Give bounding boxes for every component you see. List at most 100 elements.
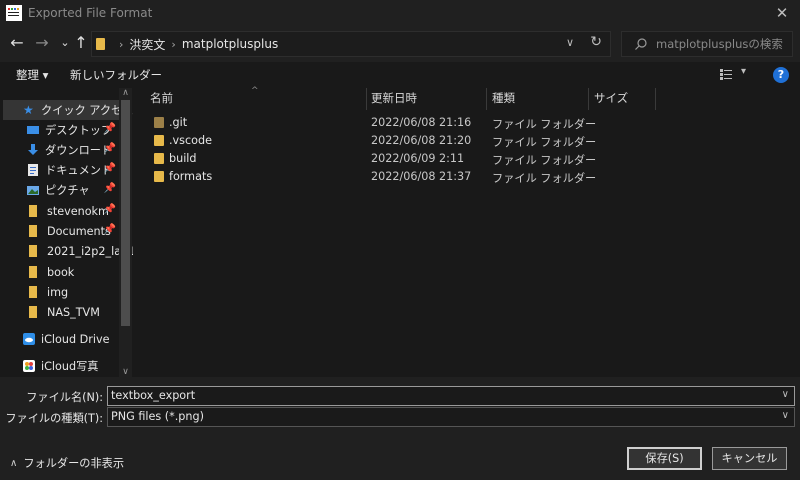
navigation-bar: ← → ⌄ ↑ › 洪奕文 › matplotplusplus ∨ ↻ matp… xyxy=(0,26,800,62)
scroll-down-icon[interactable]: ∨ xyxy=(119,367,132,377)
chevron-right-icon: › xyxy=(171,37,176,51)
save-button[interactable]: 保存(S) xyxy=(627,447,702,470)
folder-icon xyxy=(154,153,164,164)
window-title: Exported File Format xyxy=(28,6,153,20)
sidebar-item-label: iCloud写真 xyxy=(41,360,99,373)
breadcrumb-matplotplusplus[interactable]: matplotplusplus xyxy=(182,37,278,51)
title-bar: Exported File Format ✕ xyxy=(0,0,800,26)
view-options-icon[interactable] xyxy=(720,69,732,80)
folder-icon xyxy=(96,38,105,50)
folder-icon xyxy=(154,117,164,128)
file-name: build xyxy=(169,152,197,165)
chevron-right-icon: › xyxy=(119,37,124,51)
file-modified: 2022/06/08 21:20 xyxy=(371,134,472,147)
file-modified: 2022/06/08 21:37 xyxy=(371,170,472,183)
sidebar-item-label: img xyxy=(47,285,69,299)
app-icon xyxy=(6,5,22,21)
column-header-modified[interactable]: 更新日時 xyxy=(371,88,417,110)
icloud-icon xyxy=(23,333,35,345)
file-type: ファイル フォルダー xyxy=(492,118,597,131)
file-modified: 2022/06/08 21:16 xyxy=(371,116,472,129)
up-button[interactable]: ↑ xyxy=(70,32,92,54)
column-header-name[interactable]: 名前 xyxy=(150,88,173,110)
chevron-down-icon[interactable]: ∨ xyxy=(566,36,574,49)
file-row-build[interactable]: build 2022/06/09 2:11 ファイル フォルダー xyxy=(151,150,671,168)
pin-icon[interactable]: 📌 xyxy=(104,143,116,154)
file-type: ファイル フォルダー xyxy=(492,136,597,149)
pin-icon[interactable]: 📌 xyxy=(104,204,116,215)
back-button[interactable]: ← xyxy=(6,32,28,54)
new-folder-button[interactable]: 新しいフォルダー xyxy=(70,67,162,83)
folder-icon xyxy=(29,266,37,278)
pin-icon[interactable]: 📌 xyxy=(104,163,116,174)
sidebar-item-quick-access[interactable]: ★ クイック アクセス xyxy=(3,100,134,120)
file-row-formats[interactable]: formats 2022/06/08 21:37 ファイル フォルダー xyxy=(151,168,671,186)
organize-button[interactable]: 整理 ▾ xyxy=(16,67,48,83)
help-icon[interactable]: ? xyxy=(773,67,789,83)
column-divider[interactable] xyxy=(588,88,589,110)
sidebar-scrollbar[interactable]: ∧ ∨ xyxy=(119,88,132,377)
desktop-icon xyxy=(27,126,39,134)
address-bar[interactable]: › 洪奕文 › matplotplusplus ∨ ↻ xyxy=(91,31,611,57)
filetype-label: ファイルの種類(T): xyxy=(5,412,103,425)
refresh-icon[interactable]: ↻ xyxy=(590,34,602,50)
file-row-vscode[interactable]: .vscode 2022/06/08 21:20 ファイル フォルダー xyxy=(151,132,671,150)
pin-icon[interactable]: 📌 xyxy=(104,123,116,134)
scrollbar-thumb[interactable] xyxy=(121,100,130,326)
forward-button[interactable]: → xyxy=(31,32,53,54)
file-type: ファイル フォルダー xyxy=(492,172,597,185)
breadcrumb-user[interactable]: 洪奕文 xyxy=(129,36,165,53)
cancel-button[interactable]: キャンセル xyxy=(712,447,787,470)
column-header-size[interactable]: サイズ xyxy=(594,88,628,110)
filename-field[interactable]: textbox_export ∨ xyxy=(107,386,795,406)
scroll-up-icon[interactable]: ∧ xyxy=(119,88,132,98)
chevron-down-icon[interactable]: ∨ xyxy=(782,410,789,421)
folder-icon xyxy=(29,225,37,237)
hide-folders-toggle[interactable]: ∧ フォルダーの非表示 xyxy=(10,455,124,471)
search-input[interactable]: matplotplusplusの検索 xyxy=(656,36,783,52)
file-name: formats xyxy=(169,170,213,183)
sidebar-item-downloads[interactable]: ダウンロード 📌 xyxy=(3,140,119,160)
filename-value[interactable]: textbox_export xyxy=(111,389,195,402)
search-box[interactable]: matplotplusplusの検索 xyxy=(621,31,793,57)
file-row-git[interactable]: .git 2022/06/08 21:16 ファイル フォルダー xyxy=(151,114,671,132)
toolbar: 整理 ▾ 新しいフォルダー ▾ ? xyxy=(0,62,800,88)
filetype-select[interactable]: PNG files (*.png) ∨ xyxy=(107,407,795,427)
column-divider[interactable] xyxy=(366,88,367,110)
hide-folders-label: フォルダーの非表示 xyxy=(23,457,125,470)
sidebar-item-documents-folder[interactable]: Documents 📌 xyxy=(3,221,119,241)
folder-icon xyxy=(154,135,164,146)
sidebar-item-icloud-drive[interactable]: iCloud Drive xyxy=(3,329,119,349)
filename-label: ファイル名(N): xyxy=(26,391,103,404)
pin-icon[interactable]: 📌 xyxy=(104,224,116,235)
pin-icon[interactable]: 📌 xyxy=(104,183,116,194)
sidebar-item-label: stevenokm xyxy=(47,204,109,218)
folder-icon xyxy=(29,245,37,257)
sidebar-item-label: ピクチャ xyxy=(45,184,90,197)
search-icon xyxy=(635,38,647,50)
chevron-down-icon[interactable]: ∨ xyxy=(782,389,789,400)
file-name: .git xyxy=(169,116,188,129)
sidebar-item-icloud-photos[interactable]: iCloud写真 xyxy=(3,356,119,376)
sidebar-item-label: ドキュメント xyxy=(45,164,113,177)
star-icon: ★ xyxy=(23,103,34,117)
sidebar-item-2021-i2p2-lab12[interactable]: 2021_i2p2_lab12 xyxy=(3,241,142,261)
column-divider[interactable] xyxy=(486,88,487,110)
column-header-type[interactable]: 種類 xyxy=(492,88,515,110)
sidebar-item-img[interactable]: img xyxy=(3,282,119,302)
sidebar-item-nas-tvm[interactable]: NAS_TVM xyxy=(3,302,119,322)
sidebar-item-book[interactable]: book xyxy=(3,262,119,282)
sidebar-item-stevenokm[interactable]: stevenokm 📌 xyxy=(3,201,119,221)
sidebar-item-desktop[interactable]: デスクトップ 📌 xyxy=(3,120,119,140)
save-form: ファイル名(N): textbox_export ∨ ファイルの種類(T): P… xyxy=(0,377,800,480)
picture-icon xyxy=(27,186,39,195)
sidebar-item-label: Documents xyxy=(47,224,111,238)
sidebar-item-documents[interactable]: ドキュメント 📌 xyxy=(3,160,119,180)
sidebar-item-pictures[interactable]: ピクチャ 📌 xyxy=(3,180,119,200)
view-dropdown-icon[interactable]: ▾ xyxy=(741,66,746,77)
folder-icon xyxy=(29,205,37,217)
close-button[interactable]: ✕ xyxy=(772,3,792,23)
column-divider[interactable] xyxy=(655,88,656,110)
sidebar-item-label: NAS_TVM xyxy=(47,305,100,319)
file-type: ファイル フォルダー xyxy=(492,154,597,167)
